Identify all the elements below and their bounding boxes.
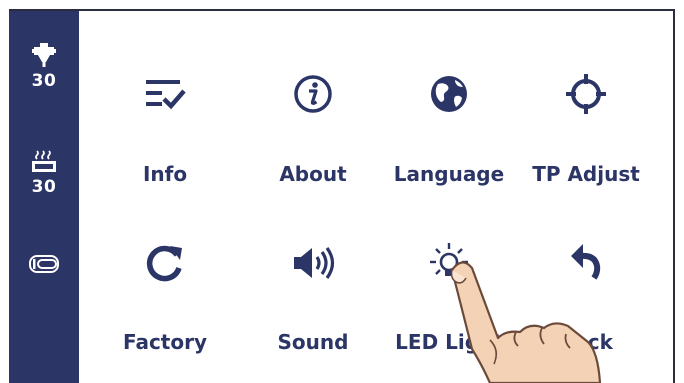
menu-item-language[interactable]: Language: [384, 70, 514, 200]
menu-item-tp-adjust[interactable]: TP Adjust: [521, 70, 651, 200]
speaker-icon: [294, 247, 335, 279]
menu-item-sound[interactable]: Sound: [248, 238, 378, 368]
menu-label-sound: Sound: [277, 330, 349, 354]
menu-label-about: About: [279, 162, 347, 186]
menu-label-language: Language: [393, 162, 505, 186]
pointing-hand-overlay: [450, 261, 602, 383]
globe-icon: [431, 76, 467, 112]
touch-screen: 30 30 Info About Language TP Adjust Fact…: [0, 0, 684, 383]
info-list-icon: [146, 80, 186, 110]
crosshair-icon: [566, 74, 606, 114]
menu-item-info[interactable]: Info: [100, 70, 230, 200]
about-info-icon: [294, 75, 332, 113]
menu-item-about[interactable]: About: [248, 70, 378, 200]
menu-item-factory[interactable]: Factory: [100, 238, 230, 368]
menu-label-factory: Factory: [122, 330, 208, 354]
menu-label-info: Info: [142, 162, 188, 186]
refresh-icon: [146, 245, 182, 282]
menu-label-tp-adjust: TP Adjust: [532, 162, 640, 186]
